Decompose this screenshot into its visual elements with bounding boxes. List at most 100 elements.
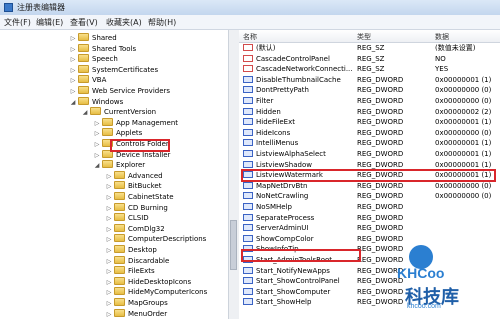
tree-item[interactable]: ▷ SystemCertificates [70,64,158,76]
tree-item[interactable]: ▷ BitBucket [106,181,161,192]
menu-edit[interactable]: 编辑(E) [36,17,63,28]
expand-icon[interactable]: ▷ [106,266,112,277]
value-row[interactable]: IntelliMenus REG_DWORD 0x00000001 (1) [239,138,500,148]
tree-item[interactable]: ▷ Shared Tools [70,43,136,55]
tree-item[interactable]: ▷ ComDlg32 [106,223,165,235]
expand-icon[interactable]: ▷ [106,234,112,245]
tree-item[interactable]: ▷ App Management [94,117,178,129]
expand-icon[interactable]: ▷ [106,224,112,235]
tree-item[interactable]: ▷ MenuOrder [106,308,167,319]
menu-view[interactable]: 查看(V) [70,17,98,28]
dword-value-icon [243,181,253,189]
expand-icon[interactable]: ▷ [106,181,112,192]
tree-item[interactable]: ◢ CurrentVersion [82,107,156,118]
tree-scrollbar-thumb[interactable] [230,220,237,270]
value-row[interactable]: Hidden REG_DWORD 0x00000002 (2) [239,107,500,117]
expand-icon[interactable]: ▷ [106,309,112,319]
value-row[interactable]: NoNetCrawling REG_DWORD 0x00000000 (0) [239,191,500,201]
value-row[interactable]: (默认) REG_SZ (数值未设置) [239,43,500,53]
tree-item[interactable]: ▷ HideDesktopIcons [106,276,191,288]
expand-icon[interactable]: ▷ [106,277,112,288]
expand-icon[interactable]: ▷ [106,287,112,298]
menu-bar: 文件(F) 编辑(E) 查看(V) 收藏夹(A) 帮助(H) [0,15,500,30]
tree-item[interactable]: ▷ FileExts [106,266,155,277]
value-name-text: IntelliMenus [256,139,299,148]
tree-item[interactable]: ◢ Explorer [94,160,145,171]
tree-item[interactable]: ▷ Shared [70,33,117,44]
value-row[interactable]: SeparateProcess REG_DWORD [239,213,500,223]
expand-icon[interactable]: ▷ [106,203,112,214]
value-row[interactable]: ListviewAlphaSelect REG_DWORD 0x00000001 (… [239,149,500,159]
expand-icon[interactable]: ▷ [70,44,76,55]
tree-item[interactable]: ▷ Discardable [106,255,169,267]
expand-icon[interactable]: ▷ [106,245,112,256]
folder-icon [90,107,101,116]
value-name: IntelliMenus [243,138,298,148]
value-row[interactable]: HideFileExt REG_DWORD 0x00000001 (1) [239,117,500,127]
collapse-icon[interactable]: ◢ [82,107,88,118]
value-name-text: DontPrettyPath [256,86,309,95]
value-name: HideIcons [243,128,290,138]
expand-icon[interactable]: ▷ [70,65,76,76]
value-name-text: Filter [256,97,274,105]
value-type: REG_DWORD [357,181,404,190]
column-header-data[interactable]: 数据 [435,32,449,42]
tree-item[interactable]: ▷ HideMyComputerIcons [106,287,207,298]
value-data: 0x00000000 (0) [435,97,492,105]
column-header-type[interactable]: 类型 [357,32,371,42]
expand-icon[interactable]: ▷ [70,75,76,86]
value-row[interactable]: CascadeNetworkConnecti... REG_SZ YES [239,64,500,74]
expand-icon[interactable]: ▷ [94,128,100,139]
advanced-highlight-box [110,139,170,152]
expand-icon[interactable]: ▷ [106,298,112,309]
tree-item[interactable]: ▷ Applets [94,128,142,139]
dword-value-icon [243,277,253,285]
value-row[interactable]: MapNetDrvBtn REG_DWORD 0x00000000 (0) [239,181,500,191]
tree-item[interactable]: ▷ Desktop [106,245,157,256]
tree-item[interactable]: ▷ Speech [70,54,118,65]
value-row[interactable]: HideIcons REG_DWORD 0x00000000 (0) [239,128,500,138]
menu-file[interactable]: 文件(F) [4,17,31,28]
menu-favorites[interactable]: 收藏夹(A) [106,17,142,28]
tree-item-label: Explorer [116,161,146,170]
tree-item[interactable]: ▷ MapGroups [106,298,168,309]
column-header-name[interactable]: 名称 [243,32,257,42]
tree-item[interactable]: ▷ Web Service Providers [70,86,170,97]
expand-icon[interactable]: ▷ [94,150,100,161]
value-row[interactable]: ServerAdminUI REG_DWORD [239,223,500,233]
expand-icon[interactable]: ▷ [106,192,112,203]
folder-icon [114,308,125,317]
expand-icon[interactable]: ▷ [106,213,112,224]
tree-item[interactable]: ▷ CD Burning [106,202,168,214]
collapse-icon[interactable]: ◢ [70,97,76,108]
value-name: HideFileExt [243,117,295,127]
tree-item[interactable]: ▷ Advanced [106,170,163,182]
expand-icon[interactable]: ▷ [94,139,100,150]
tree-item[interactable]: ◢ Windows [70,96,123,108]
value-name: ShowCompColor [243,234,314,244]
value-row[interactable]: DontPrettyPath REG_DWORD 0x00000000 (0) [239,85,500,95]
menu-help[interactable]: 帮助(H) [148,17,176,28]
collapse-icon[interactable]: ◢ [94,160,100,171]
value-name: SeparateProcess [243,213,314,223]
value-row[interactable]: CascadeControlPanel REG_SZ NO [239,54,500,64]
value-row[interactable]: DisableThumbnailCache REG_DWORD 0x00000001… [239,75,500,85]
tree-item[interactable]: ▷ CabinetState [106,192,174,203]
value-name-text: ListviewShadow [256,160,312,169]
expand-icon[interactable]: ▷ [70,54,76,65]
value-name-text: NoSMHelp [256,203,292,211]
value-row[interactable]: Filter REG_DWORD 0x00000000 (0) [239,96,500,106]
tree-item[interactable]: ▷ VBA [70,75,106,86]
expand-icon[interactable]: ▷ [106,256,112,267]
tree-scrollbar[interactable] [228,30,239,319]
tree-item[interactable]: ▷ CLSID [106,213,149,224]
expand-icon[interactable]: ▷ [70,86,76,97]
string-value-icon [243,44,253,51]
expand-icon[interactable]: ▷ [94,118,100,129]
expand-icon[interactable]: ▷ [106,171,112,182]
expand-icon[interactable]: ▷ [70,33,76,44]
value-data: 0x00000002 (2) [435,107,492,116]
value-row[interactable]: NoSMHelp REG_DWORD [239,202,500,212]
tree-item[interactable]: ▷ ComputerDescriptions [106,234,206,245]
value-name: Filter [243,96,273,106]
